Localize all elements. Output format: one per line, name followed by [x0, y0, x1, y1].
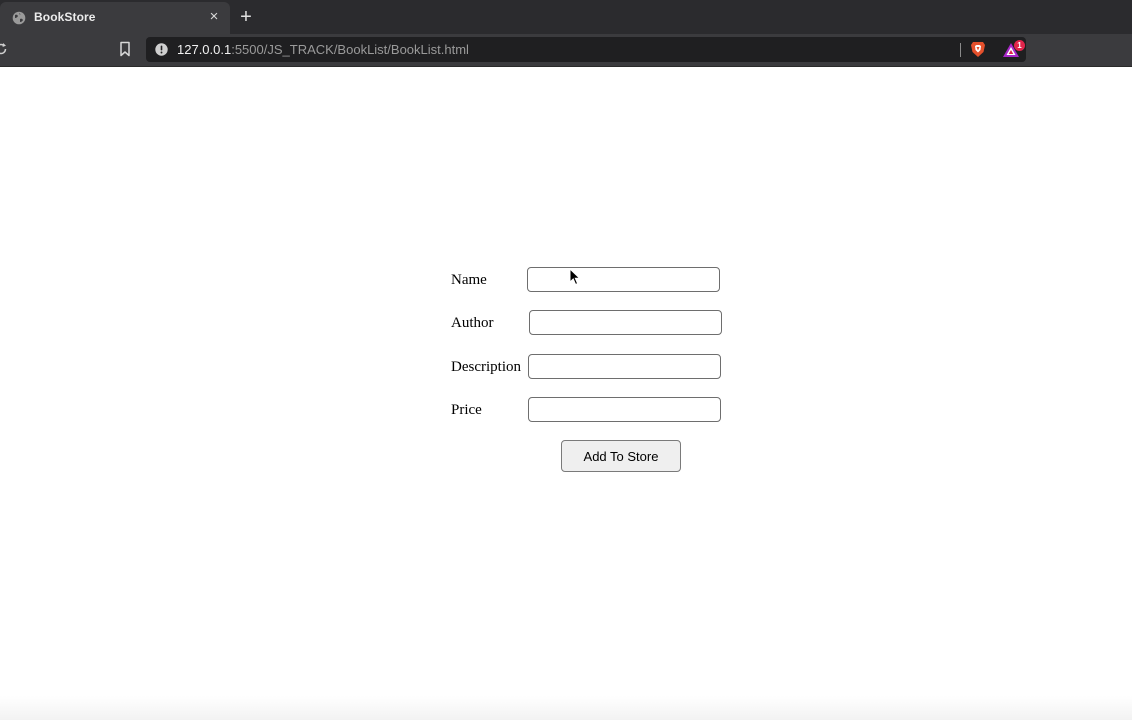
author-label: Author: [451, 315, 494, 331]
add-to-store-button[interactable]: Add To Store: [561, 440, 681, 472]
tab-strip: BookStore × +: [0, 0, 1132, 34]
brave-shield-icon[interactable]: [970, 41, 986, 58]
price-input[interactable]: [528, 397, 721, 422]
name-input[interactable]: [527, 267, 720, 292]
tab-bookstore[interactable]: BookStore ×: [0, 2, 230, 34]
mouse-cursor-icon: [569, 268, 581, 286]
reload-icon[interactable]: [0, 42, 8, 56]
bookmark-icon[interactable]: [119, 41, 131, 57]
price-label: Price: [451, 402, 482, 418]
url-text[interactable]: 127.0.0.1:5500/JS_TRACK/BookList/BookLis…: [177, 42, 469, 57]
tab-title: BookStore: [34, 10, 96, 24]
description-input[interactable]: [528, 354, 721, 379]
url-path: :5500/JS_TRACK/BookList/BookList.html: [231, 42, 469, 57]
description-label: Description: [451, 359, 521, 375]
address-bar-divider: [960, 43, 961, 57]
address-bar[interactable]: 127.0.0.1:5500/JS_TRACK/BookList/BookLis…: [146, 37, 1026, 62]
tab-close-icon[interactable]: ×: [206, 9, 222, 25]
info-icon[interactable]: [155, 43, 168, 56]
rewards-badge: 1: [1014, 40, 1025, 51]
globe-icon: [12, 11, 26, 25]
browser-toolbar: 127.0.0.1:5500/JS_TRACK/BookList/BookLis…: [0, 34, 1132, 67]
page-bottom-shade: [0, 696, 1132, 720]
url-host: 127.0.0.1: [177, 42, 232, 57]
new-tab-icon[interactable]: +: [236, 7, 256, 28]
author-input[interactable]: [529, 310, 722, 335]
name-label: Name: [451, 272, 487, 288]
